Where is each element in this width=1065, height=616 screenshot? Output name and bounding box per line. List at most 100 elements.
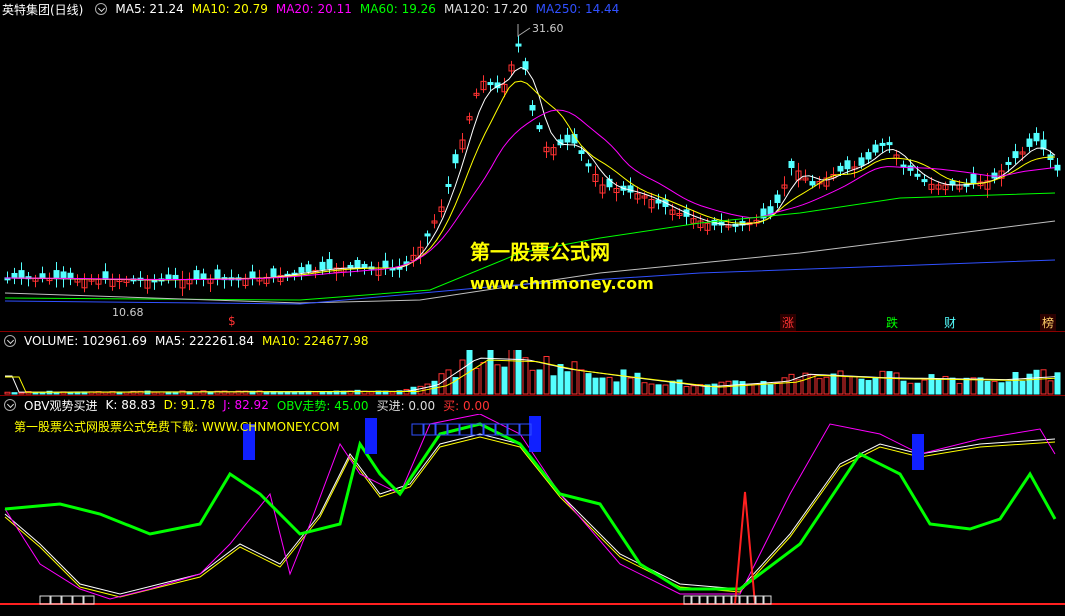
candle-body xyxy=(522,61,529,70)
candle-body xyxy=(11,272,18,279)
candle-body xyxy=(914,173,921,177)
candle-body xyxy=(270,268,277,277)
volume-bar xyxy=(515,350,522,395)
candle-body xyxy=(774,194,781,204)
volume-bar xyxy=(655,384,662,395)
candle-body xyxy=(193,270,200,280)
obv-chart[interactable] xyxy=(0,414,1065,616)
obv-bottom-box xyxy=(699,595,708,605)
volume-bar xyxy=(11,392,18,395)
volume-bar xyxy=(711,383,718,395)
chevron-down-icon[interactable] xyxy=(4,399,16,411)
volume-bar xyxy=(669,380,676,395)
volume-bar xyxy=(620,369,627,395)
volume-readout: VOLUME: 102961.69 xyxy=(24,334,147,348)
candle-body xyxy=(809,181,816,186)
volume-header: VOLUME: 102961.69 MA5: 222261.84 MA10: 2… xyxy=(0,332,377,350)
candle-body xyxy=(921,179,928,183)
obv-bottom-box xyxy=(683,595,692,605)
obv-bottom-box xyxy=(723,595,732,605)
volume-bar xyxy=(781,377,788,395)
event-marker-dollar[interactable]: $ xyxy=(226,314,238,328)
volume-bar xyxy=(389,391,396,395)
event-marker-rank[interactable]: 榜 xyxy=(1040,314,1057,331)
event-marker-fall[interactable]: 跌 xyxy=(884,314,900,331)
volume-bar xyxy=(774,382,781,395)
volume-bar xyxy=(914,382,921,395)
obv-bottom-box xyxy=(707,595,716,605)
volume-bar xyxy=(529,369,536,395)
volume-bar xyxy=(501,366,508,395)
candle-body xyxy=(970,173,977,184)
price-panel[interactable]: 英特集团(日线) MA5: 21.24 MA10: 20.79 MA20: 20… xyxy=(0,0,1065,332)
candle-body xyxy=(361,263,368,269)
obv-bottom-box xyxy=(39,595,51,605)
volume-bar xyxy=(354,389,361,395)
chevron-down-icon[interactable] xyxy=(4,335,16,347)
ma60-readout: MA60: 19.26 xyxy=(359,2,436,16)
obv-signal-box xyxy=(507,423,520,436)
volume-bar xyxy=(1012,372,1019,395)
candle-body xyxy=(788,161,795,169)
volume-bar xyxy=(277,391,284,395)
candle-body xyxy=(102,271,109,280)
volume-bar xyxy=(53,392,60,395)
obv-bottom-box xyxy=(50,595,62,605)
candle-body xyxy=(487,82,494,86)
volume-bar xyxy=(116,392,123,395)
candle-body xyxy=(354,259,361,269)
volume-bar xyxy=(816,378,823,395)
candle-body xyxy=(564,134,571,143)
volume-bar xyxy=(578,369,585,395)
volume-bar xyxy=(1005,381,1012,395)
high-price-pointer xyxy=(517,24,531,37)
candle-body xyxy=(872,144,879,153)
volume-bar xyxy=(935,379,942,395)
event-marker-rise[interactable]: 涨 xyxy=(780,314,797,331)
candle-body xyxy=(326,259,333,269)
volume-bar xyxy=(522,357,529,395)
candle-body xyxy=(172,274,179,281)
volume-bar xyxy=(921,379,928,395)
candle-body xyxy=(424,233,431,237)
volume-bar xyxy=(956,382,963,395)
obv-title: OBV观势买进 xyxy=(24,398,98,413)
obv-k-readout: K: 88.83 xyxy=(105,398,156,412)
volume-panel[interactable]: VOLUME: 102961.69 MA5: 222261.84 MA10: 2… xyxy=(0,332,1065,396)
volume-bar xyxy=(1054,372,1061,395)
volume-bar xyxy=(641,382,648,395)
volume-bar xyxy=(1040,369,1047,395)
volume-ma10-readout: MA10: 224677.98 xyxy=(261,334,369,348)
volume-bar xyxy=(634,372,641,395)
volume-bar xyxy=(823,376,830,395)
obv-buyin-readout: 买进: 0.00 xyxy=(376,398,436,413)
event-marker-finance[interactable]: 财 xyxy=(942,314,958,331)
obv-bottom-box xyxy=(61,595,73,605)
volume-bar xyxy=(1026,373,1033,395)
obv-note: 第一股票公式网股票公式免费下载: WWW.CHNMONEY.COM xyxy=(14,420,340,434)
obv-signal-box xyxy=(411,423,424,436)
candle-body xyxy=(578,150,585,155)
candle-body xyxy=(382,260,389,269)
chevron-down-icon[interactable] xyxy=(95,3,108,15)
obv-header: OBV观势买进 K: 88.83 D: 91.78 J: 82.92 OBV走势… xyxy=(0,396,498,414)
volume-bar xyxy=(886,371,893,395)
obv-bottom-box xyxy=(83,595,95,605)
volume-bar xyxy=(879,370,886,395)
obv-d-line xyxy=(4,436,1056,598)
obv-bottom-box xyxy=(715,595,724,605)
volume-bar xyxy=(907,382,914,395)
volume-bar xyxy=(893,372,900,395)
obv-d-readout: D: 91.78 xyxy=(163,398,216,412)
candle-body xyxy=(865,152,872,160)
volume-bar xyxy=(865,380,872,395)
candle-body xyxy=(1033,132,1040,142)
obv-bottom-box xyxy=(691,595,700,605)
candle-body xyxy=(319,261,326,270)
volume-bar xyxy=(445,369,452,395)
ma20-readout: MA20: 20.11 xyxy=(275,2,352,16)
volume-bar xyxy=(627,377,634,395)
volume-bar xyxy=(732,380,739,395)
volume-chart[interactable] xyxy=(0,350,1065,396)
volume-ma5-readout: MA5: 222261.84 xyxy=(155,334,254,348)
